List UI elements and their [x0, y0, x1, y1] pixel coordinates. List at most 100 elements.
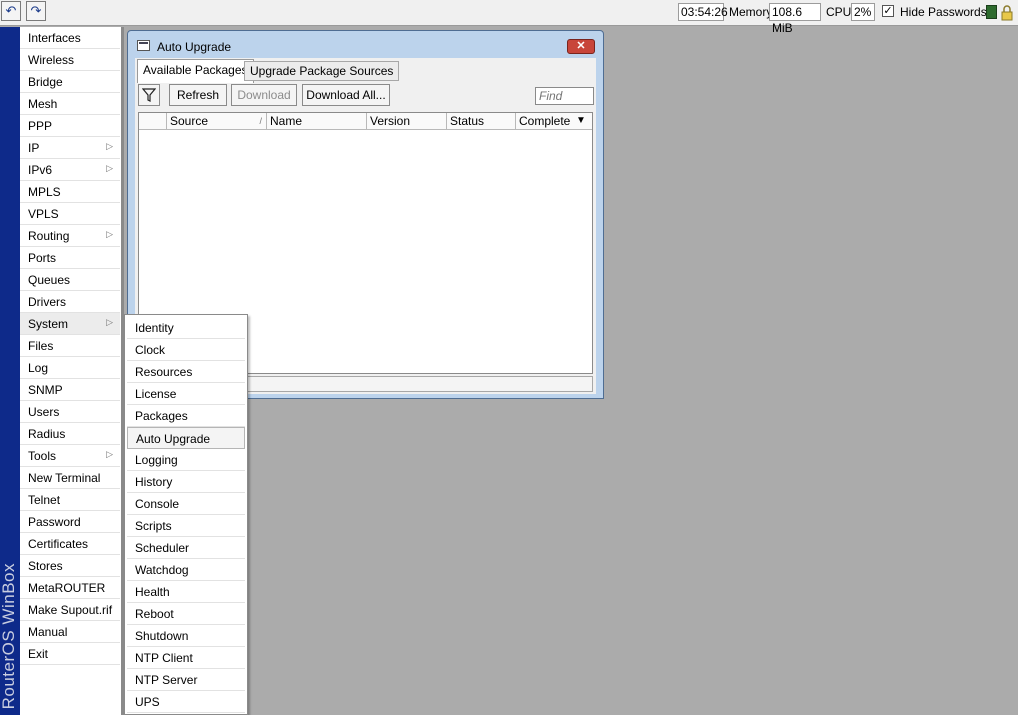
window-titlebar[interactable]: Auto Upgrade ✕	[128, 31, 603, 57]
sidebar-item-files[interactable]: Files	[20, 335, 120, 357]
system-submenu: Identity Clock Resources License Packages Aut…	[124, 314, 248, 715]
download-button[interactable]: Download	[231, 84, 297, 106]
submenu-item-console[interactable]: Console	[127, 493, 245, 515]
refresh-button[interactable]: Refresh	[169, 84, 227, 106]
window-icon	[137, 40, 150, 51]
sidebar-item-label: Ports	[28, 251, 57, 265]
submenu-item-scheduler[interactable]: Scheduler	[127, 537, 245, 559]
column-header-source[interactable]: Source /	[167, 113, 267, 130]
submenu-item-scripts[interactable]: Scripts	[127, 515, 245, 537]
sidebar-item-label: Telnet	[28, 493, 61, 507]
find-input[interactable]	[535, 87, 594, 105]
sidebar-item-certificates[interactable]: Certificates	[20, 533, 120, 555]
sidebar-item-label: Interfaces	[28, 31, 81, 45]
undo-icon[interactable]: ↶	[1, 1, 21, 21]
sidebar-item-ppp[interactable]: PPP	[20, 115, 120, 137]
sidebar-item-stores[interactable]: Stores	[20, 555, 120, 577]
sidebar-item-label: Manual	[28, 625, 68, 639]
sidebar-item-label: Files	[28, 339, 54, 353]
cpu-readout: 2%	[851, 3, 875, 21]
sidebar-item-ipv6[interactable]: IPv6 ▷	[20, 159, 120, 181]
sidebar-item-snmp[interactable]: SNMP	[20, 379, 120, 401]
sidebar-item-bridge[interactable]: Bridge	[20, 71, 120, 93]
hide-passwords-label[interactable]: Hide Passwords	[900, 3, 987, 21]
sidebar-item-label: Make Supout.rif	[28, 603, 113, 617]
sidebar-item-label: PPP	[28, 119, 53, 133]
sidebar-item-label: IPv6	[28, 163, 53, 177]
sidebar-item-mpls[interactable]: MPLS	[20, 181, 120, 203]
sidebar-item-radius[interactable]: Radius	[20, 423, 120, 445]
sidebar-item-label: Password	[28, 515, 81, 529]
sidebar-item-label: SNMP	[28, 383, 63, 397]
sidebar-item-manual[interactable]: Manual	[20, 621, 120, 643]
sidebar-item-label: IP	[28, 141, 40, 155]
submenu-item-logging[interactable]: Logging	[127, 449, 245, 471]
sidebar-item-queues[interactable]: Queues	[20, 269, 120, 291]
submenu-item-ntp-server[interactable]: NTP Server	[127, 669, 245, 691]
sidebar-item-users[interactable]: Users	[20, 401, 120, 423]
brand-text: RouterOS WinBox	[0, 562, 18, 709]
filter-icon	[141, 88, 157, 102]
sidebar-item-metarouter[interactable]: MetaROUTER	[20, 577, 120, 599]
column-header-name[interactable]: Name	[267, 113, 367, 130]
sidebar-item-log[interactable]: Log	[20, 357, 120, 379]
column-menu-button[interactable]: ▼	[570, 113, 592, 130]
submenu-item-resources[interactable]: Resources	[127, 361, 245, 383]
submenu-arrow-icon: ▷	[106, 449, 113, 459]
submenu-arrow-icon: ▷	[106, 229, 113, 239]
sidebar-item-label: Mesh	[28, 97, 58, 111]
submenu-item-license[interactable]: License	[127, 383, 245, 405]
sidebar-item-new-terminal[interactable]: New Terminal	[20, 467, 120, 489]
sidebar-item-wireless[interactable]: Wireless	[20, 49, 120, 71]
submenu-item-identity[interactable]: Identity	[127, 317, 245, 339]
sidebar-item-make-supout-rif[interactable]: Make Supout.rif	[20, 599, 120, 621]
sidebar-item-label: Wireless	[28, 53, 75, 67]
sidebar-item-label: Tools	[28, 449, 57, 463]
sidebar-item-interfaces[interactable]: Interfaces	[20, 27, 120, 49]
table-header-selector[interactable]	[139, 113, 167, 130]
tab-available-packages[interactable]: Available Packages	[137, 59, 254, 83]
brand-band: RouterOS WinBox	[0, 27, 20, 715]
sidebar-item-tools[interactable]: Tools ▷	[20, 445, 120, 467]
sidebar-item-ip[interactable]: IP ▷	[20, 137, 120, 159]
sidebar-item-label: Radius	[28, 427, 66, 441]
sidebar-item-vpls[interactable]: VPLS	[20, 203, 120, 225]
sidebar-item-telnet[interactable]: Telnet	[20, 489, 120, 511]
column-header-status[interactable]: Status	[447, 113, 516, 130]
lock-icon	[1001, 5, 1013, 21]
sidebar-item-system[interactable]: System ▷	[20, 313, 120, 335]
tab-upgrade-package-sources[interactable]: Upgrade Package Sources	[244, 61, 400, 81]
close-button[interactable]: ✕	[567, 39, 595, 54]
sidebar-item-label: VPLS	[28, 207, 59, 221]
sidebar-item-label: System	[28, 317, 69, 331]
sidebar-item-label: Bridge	[28, 75, 63, 89]
hide-passwords-checkbox[interactable]: ✓	[882, 5, 894, 17]
window-title: Auto Upgrade	[157, 40, 232, 54]
submenu-item-ups[interactable]: UPS	[127, 691, 245, 713]
submenu-item-history[interactable]: History	[127, 471, 245, 493]
column-header-version[interactable]: Version	[367, 113, 447, 130]
sidebar-item-password[interactable]: Password	[20, 511, 120, 533]
submenu-item-shutdown[interactable]: Shutdown	[127, 625, 245, 647]
submenu-item-packages[interactable]: Packages	[127, 405, 245, 427]
download-all-button[interactable]: Download All...	[302, 84, 390, 106]
column-header-completed[interactable]: Completed	[516, 113, 577, 130]
submenu-arrow-icon: ▷	[106, 317, 113, 327]
sidebar-item-mesh[interactable]: Mesh	[20, 93, 120, 115]
filter-button[interactable]	[138, 84, 160, 106]
top-toolbar: ↶ ↷ 03:54:26 Memory: 108.6 MiB CPU: 2% ✓…	[0, 0, 1018, 35]
sidebar-item-routing[interactable]: Routing ▷	[20, 225, 120, 247]
submenu-item-auto-upgrade[interactable]: Auto Upgrade	[127, 427, 245, 449]
submenu-item-reboot[interactable]: Reboot	[127, 603, 245, 625]
submenu-arrow-icon: ▷	[106, 141, 113, 151]
submenu-item-health[interactable]: Health	[127, 581, 245, 603]
submenu-item-ntp-client[interactable]: NTP Client	[127, 647, 245, 669]
submenu-item-clock[interactable]: Clock	[127, 339, 245, 361]
sidebar-item-label: New Terminal	[28, 471, 101, 485]
sidebar-item-ports[interactable]: Ports	[20, 247, 120, 269]
sidebar-item-drivers[interactable]: Drivers	[20, 291, 120, 313]
sidebar-item-label: Queues	[28, 273, 71, 287]
submenu-item-watchdog[interactable]: Watchdog	[127, 559, 245, 581]
redo-icon[interactable]: ↷	[26, 1, 46, 21]
sidebar-item-exit[interactable]: Exit	[20, 643, 120, 665]
